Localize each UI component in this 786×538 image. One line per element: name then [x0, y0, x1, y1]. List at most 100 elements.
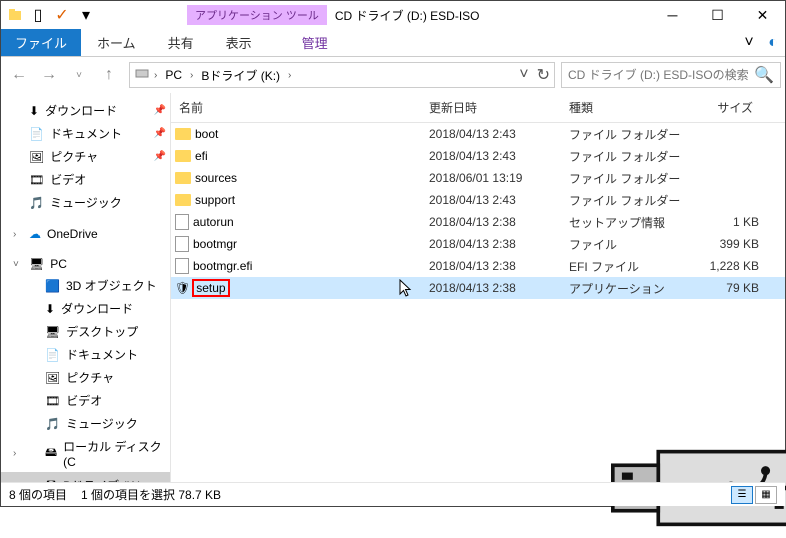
minimize-button[interactable]: ─: [650, 1, 695, 29]
file-size: 1 KB: [689, 215, 759, 229]
chevron-right-icon[interactable]: ›: [288, 70, 291, 81]
close-button[interactable]: ✕: [740, 1, 785, 29]
file-type: ファイル フォルダー: [569, 126, 689, 143]
nav-quick-item[interactable]: ⬇ダウンロード📌: [1, 99, 170, 122]
file-name: efi: [195, 149, 208, 163]
file-type: EFI ファイル: [569, 258, 689, 275]
tab-home[interactable]: ホーム: [81, 29, 152, 56]
nav-quick-item[interactable]: 🎞ビデオ: [1, 168, 170, 191]
file-name: setup: [194, 281, 229, 295]
pin-icon: 📌: [154, 151, 166, 162]
search-icon[interactable]: 🔍: [754, 65, 774, 85]
nav-quick-item[interactable]: 📄ドキュメント📌: [1, 122, 170, 145]
file-name: autorun: [193, 215, 234, 229]
nav-quick-item[interactable]: 🎵ミュージック: [1, 191, 170, 214]
search-input[interactable]: [568, 68, 754, 82]
maximize-button[interactable]: ☐: [695, 1, 740, 29]
address-bar[interactable]: › PC › Bドライブ (K:) › ˅ ↻: [129, 62, 555, 88]
forward-button[interactable]: →: [35, 61, 63, 89]
crumb-drive[interactable]: Bドライブ (K:): [197, 65, 284, 86]
tab-manage[interactable]: 管理: [286, 29, 344, 56]
onedrive-icon: ☁: [29, 227, 41, 241]
file-row[interactable]: sources2018/06/01 13:19ファイル フォルダー: [171, 167, 785, 189]
nav-onedrive[interactable]: ›☁OneDrive: [1, 224, 170, 244]
file-type: ファイル フォルダー: [569, 192, 689, 209]
view-details-button[interactable]: ☰: [731, 486, 753, 504]
file-type: セットアップ情報: [569, 214, 689, 231]
item-icon: 🎵: [45, 417, 60, 431]
status-bar: 8 個の項目 1 個の項目を選択 78.7 KB ☰ ▦: [1, 482, 785, 506]
tab-view[interactable]: 表示: [210, 29, 268, 56]
view-icons-button[interactable]: ▦: [755, 486, 777, 504]
folder-icon: 📄: [29, 127, 44, 141]
crumb-pc[interactable]: PC: [161, 66, 186, 84]
status-count: 8 個の項目: [9, 486, 67, 503]
folder-icon: [175, 150, 191, 162]
nav-pc[interactable]: ˅🖥PC: [1, 254, 170, 274]
file-row[interactable]: bootmgr2018/04/13 2:38ファイル399 KB: [171, 233, 785, 255]
file-size: 399 KB: [689, 237, 759, 251]
nav-pc-child[interactable]: 🖼ピクチャ: [1, 366, 170, 389]
file-row[interactable]: autorun 2018/04/13 2:38セットアップ情報1 KB: [171, 211, 785, 233]
nav-pc-child[interactable]: 🎵ミュージック: [1, 412, 170, 435]
col-size[interactable]: サイズ: [681, 93, 761, 122]
refresh-icon[interactable]: ↻: [537, 65, 550, 85]
qat-properties[interactable]: ▯: [27, 4, 49, 26]
file-date: 2018/04/13 2:43: [429, 193, 569, 207]
drive-icon: [134, 65, 150, 86]
file-type: アプリケーション: [569, 280, 689, 297]
file-icon: [175, 258, 189, 274]
nav-pc-child[interactable]: 📄ドキュメント: [1, 343, 170, 366]
ribbon-expand-icon[interactable]: ˅: [737, 29, 761, 56]
col-date[interactable]: 更新日時: [421, 93, 561, 122]
ribbon: ファイル ホーム 共有 表示 管理 ˅ ◐: [1, 29, 785, 57]
file-row[interactable]: efi2018/04/13 2:43ファイル フォルダー: [171, 145, 785, 167]
nav-quick-item[interactable]: 🖼ピクチャ📌: [1, 145, 170, 168]
up-button[interactable]: ↑: [95, 61, 123, 89]
file-size: 79 KB: [689, 281, 759, 295]
contextual-tab-label: アプリケーション ツール: [187, 5, 327, 25]
file-row[interactable]: boot2018/04/13 2:43ファイル フォルダー: [171, 123, 785, 145]
file-row[interactable]: 🛡setup2018/04/13 2:38アプリケーション79 KB: [171, 277, 785, 299]
address-dropdown[interactable]: ˅: [519, 66, 528, 84]
file-name: bootmgr.efi: [193, 259, 252, 273]
nav-pc-child[interactable]: ›🖴ローカル ディスク (C: [1, 435, 170, 472]
tab-share[interactable]: 共有: [152, 29, 210, 56]
file-row[interactable]: support2018/04/13 2:43ファイル フォルダー: [171, 189, 785, 211]
col-type[interactable]: 種類: [561, 93, 681, 122]
file-tab[interactable]: ファイル: [1, 29, 81, 56]
search-box[interactable]: 🔍: [561, 62, 781, 88]
nav-pc-child[interactable]: 🎞ビデオ: [1, 389, 170, 412]
file-date: 2018/04/13 2:38: [429, 281, 569, 295]
chevron-right-icon[interactable]: ›: [154, 70, 157, 81]
item-icon: 🎞: [45, 394, 60, 408]
folder-icon: ⬇: [29, 104, 39, 118]
recent-dropdown[interactable]: ˅: [65, 61, 93, 89]
app-icon: [7, 7, 23, 23]
chevron-right-icon[interactable]: ›: [190, 70, 193, 81]
nav-pc-child[interactable]: ⬇ダウンロード: [1, 297, 170, 320]
item-icon: 🟦: [45, 279, 60, 293]
file-date: 2018/04/13 2:38: [429, 215, 569, 229]
item-icon: 📄: [45, 348, 60, 362]
item-icon: ⬇: [45, 302, 55, 316]
pin-icon: 📌: [154, 128, 166, 139]
help-icon[interactable]: ◐: [761, 29, 785, 56]
folder-icon: [175, 172, 191, 184]
item-icon: 🖴: [45, 443, 57, 464]
file-list: 名前 更新日時 種類 サイズ boot2018/04/13 2:43ファイル フ…: [171, 93, 785, 485]
nav-pc-child[interactable]: 🖥デスクトップ: [1, 320, 170, 343]
back-button[interactable]: ←: [5, 61, 33, 89]
qat-undo[interactable]: ▾: [75, 4, 97, 26]
col-name[interactable]: 名前: [171, 93, 421, 122]
file-type: ファイル フォルダー: [569, 170, 689, 187]
item-icon: 🖥: [45, 325, 60, 339]
nav-pc-child[interactable]: 🟦3D オブジェクト: [1, 274, 170, 297]
file-row[interactable]: bootmgr.efi2018/04/13 2:38EFI ファイル1,228 …: [171, 255, 785, 277]
file-date: 2018/06/01 13:19: [429, 171, 569, 185]
quick-access-toolbar: ▯ ✓ ▾: [27, 4, 97, 26]
file-type: ファイル: [569, 236, 689, 253]
qat-check[interactable]: ✓: [51, 4, 73, 26]
file-icon: [175, 214, 189, 230]
title-bar: ▯ ✓ ▾ アプリケーション ツール CD ドライブ (D:) ESD-ISO …: [1, 1, 785, 29]
